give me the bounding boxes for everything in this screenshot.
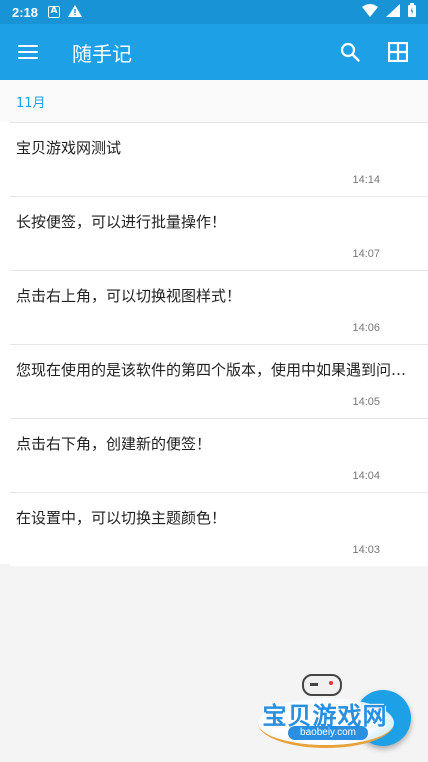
note-text: 您现在使用的是该软件的第四个版本，使用中如果遇到问题，请及时反馈！ [16,361,412,379]
note-item[interactable]: 点击右下角，创建新的便签！ 14:04 [10,418,428,492]
note-item[interactable]: 宝贝游戏网测试 14:14 [10,122,428,196]
note-time: 14:14 [352,174,380,186]
wifi-icon [362,3,378,21]
search-button[interactable] [326,24,374,80]
app-bar: 随手记 [0,24,428,80]
signal-icon [386,3,400,21]
note-list: 11月 宝贝游戏网测试 14:14 长按便签，可以进行批量操作！ 14:07 点… [0,80,428,566]
note-item[interactable]: 点击右上角，可以切换视图样式！ 14:06 [10,270,428,344]
note-text: 宝贝游戏网测试 [16,139,122,157]
note-time: 14:05 [352,396,380,408]
note-item[interactable]: 在设置中，可以切换主题颜色！ 14:03 [10,492,428,566]
grid-view-icon [388,42,408,62]
note-item[interactable]: 您现在使用的是该软件的第四个版本，使用中如果遇到问题，请及时反馈！ 14:05 [10,344,428,418]
a-notification-icon: A [48,6,61,18]
gamepad-icon [302,674,342,696]
hamburger-icon [18,45,38,59]
warning-icon [68,5,83,19]
note-text: 点击右上角，可以切换视图样式！ [16,287,242,305]
add-icon: + [372,703,394,733]
note-text: 长按便签，可以进行批量操作！ [16,213,227,231]
status-bar: 2:18 A [0,0,428,24]
add-note-button[interactable]: + [355,690,411,746]
month-header: 11月 [0,80,428,122]
note-item[interactable]: 长按便签，可以进行批量操作！ 14:07 [10,196,428,270]
note-time: 14:07 [352,248,380,260]
note-time: 14:04 [352,470,380,482]
note-time: 14:03 [352,544,380,556]
note-text: 在设置中，可以切换主题颜色！ [16,509,227,527]
battery-icon [408,3,416,21]
note-time: 14:06 [352,322,380,334]
status-time: 2:18 [12,4,39,20]
grid-view-button[interactable] [374,24,422,80]
search-icon [340,42,360,62]
menu-button[interactable] [0,24,56,80]
note-text: 点击右下角，创建新的便签！ [16,435,212,453]
app-title: 随手记 [72,41,132,66]
